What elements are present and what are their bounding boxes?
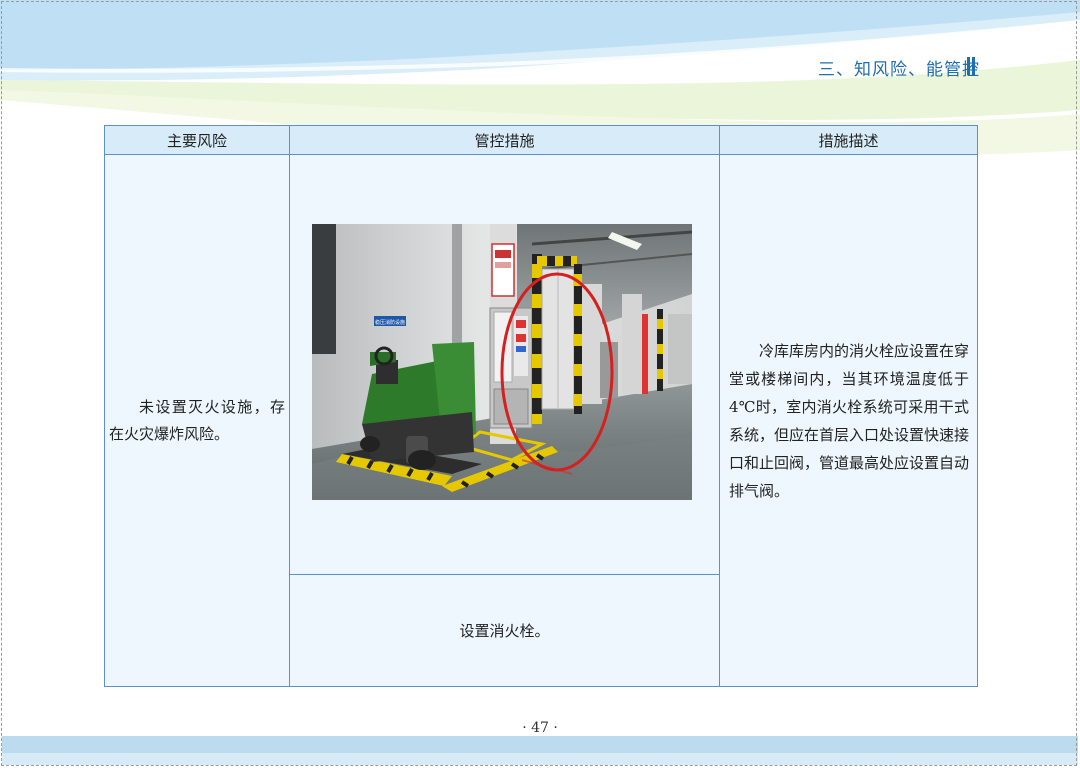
description-cell: 冷库库房内的消火栓应设置在穿堂或楼梯间内，当其环境温度低于 4℃时，室内消火栓系… <box>719 154 978 687</box>
risk-text: 未设置灭火设施，存在火灾爆炸风险。 <box>109 397 285 443</box>
section-title: 三、知风险、能管控 <box>818 60 980 80</box>
risk-cell: 未设置灭火设施，存在火灾爆炸风险。 <box>104 154 290 687</box>
footer-band <box>2 736 1078 753</box>
page-number: · 47 · <box>522 720 558 736</box>
table-row: 未设置灭火设施，存在火灾爆炸风险。 稳压消防设施 冷库库房内的消火栓应设置在穿堂… <box>104 154 978 687</box>
header-control-measure: 管控措施 <box>289 125 720 155</box>
sign-text: 稳压消防设施 <box>375 319 405 326</box>
header-measure-description: 措施描述 <box>719 125 978 155</box>
title-bars-icon <box>967 57 977 75</box>
footer-band-lower <box>2 753 1078 765</box>
measure-text: 设置消火栓。 <box>459 622 550 640</box>
photo-cell: 稳压消防设施 <box>289 154 720 575</box>
fire-hydrant-photo: 稳压消防设施 <box>312 224 692 500</box>
measure-cell: 设置消火栓。 <box>289 574 720 687</box>
description-text: 冷库库房内的消火栓应设置在穿堂或楼梯间内，当其环境温度低于 4℃时，室内消火栓系… <box>729 341 970 500</box>
table-header-row: 主要风险 管控措施 措施描述 <box>104 125 978 155</box>
header-main-risk: 主要风险 <box>104 125 290 155</box>
risk-control-table: 主要风险 管控措施 措施描述 未设置灭火设施，存在火灾爆炸风险。 稳压消防设施 … <box>104 125 978 687</box>
